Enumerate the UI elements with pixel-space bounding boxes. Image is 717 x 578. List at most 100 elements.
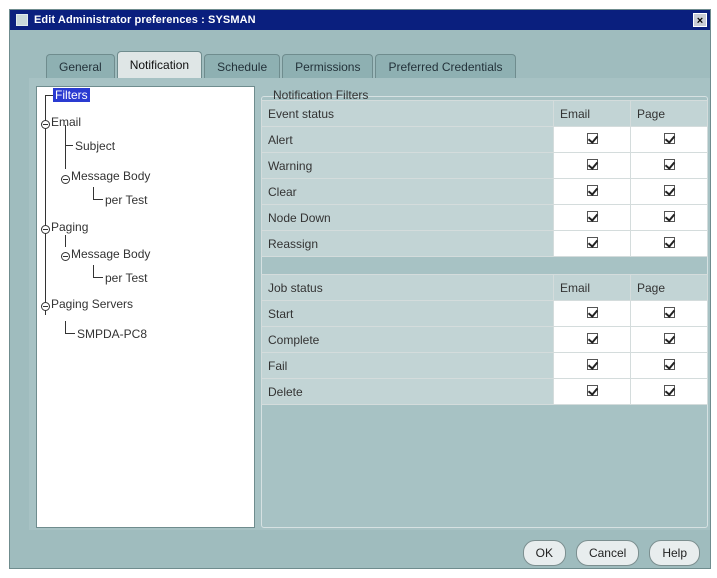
page-checkbox[interactable] [663, 384, 675, 396]
tree-connector [65, 145, 73, 146]
email-checkbox[interactable] [586, 210, 598, 222]
tree-connector [65, 333, 75, 334]
row-label: Node Down [261, 204, 554, 231]
title-bar: Edit Administrator preferences : SYSMAN … [10, 10, 710, 30]
email-cell [553, 300, 631, 327]
tree-item-email-message-body[interactable]: Message Body [71, 169, 150, 183]
table-row: Warning [261, 152, 708, 179]
page-cell [630, 378, 708, 405]
tab-content: Filters Email Subject Message Body per T… [29, 78, 710, 530]
row-label: Warning [261, 152, 554, 179]
column-header-email: Email [553, 274, 631, 301]
close-icon[interactable]: × [693, 13, 707, 27]
page-checkbox[interactable] [663, 210, 675, 222]
tab-notification[interactable]: Notification [116, 51, 203, 78]
tree-item-paging-servers[interactable]: Paging Servers [51, 297, 133, 311]
page-checkbox[interactable] [663, 358, 675, 370]
table-row: Delete [261, 378, 708, 405]
tree-connector [65, 125, 66, 169]
page-checkbox[interactable] [663, 332, 675, 344]
page-cell [630, 300, 708, 327]
page-checkbox[interactable] [663, 158, 675, 170]
notification-tree: Filters Email Subject Message Body per T… [36, 86, 255, 528]
email-cell [553, 204, 631, 231]
page-cell [630, 230, 708, 257]
event-status-table: Event status Email Page Alert Warning Cl… [261, 100, 708, 257]
tree-item-smpda-pc8[interactable]: SMPDA-PC8 [77, 327, 147, 341]
email-checkbox[interactable] [586, 158, 598, 170]
page-cell [630, 152, 708, 179]
email-checkbox[interactable] [586, 358, 598, 370]
page-checkbox[interactable] [663, 184, 675, 196]
email-cell [553, 178, 631, 205]
table-row: Reassign [261, 230, 708, 257]
row-label: Reassign [261, 230, 554, 257]
job-status-table: Job status Email Page Start Complete Fai… [261, 274, 708, 405]
row-label: Clear [261, 178, 554, 205]
page-cell [630, 204, 708, 231]
tab-permissions[interactable]: Permissions [282, 54, 374, 78]
column-header-event-status: Event status [261, 100, 554, 127]
collapse-icon[interactable] [61, 175, 70, 184]
collapse-icon[interactable] [41, 120, 50, 129]
page-checkbox[interactable] [663, 132, 675, 144]
table-row: Alert [261, 126, 708, 153]
email-checkbox[interactable] [586, 184, 598, 196]
app-icon [16, 14, 28, 26]
table-row: Fail [261, 352, 708, 379]
email-checkbox[interactable] [586, 132, 598, 144]
page-cell [630, 326, 708, 353]
tree-connector [93, 187, 94, 199]
email-checkbox[interactable] [586, 384, 598, 396]
tree-item-email-subject[interactable]: Subject [75, 139, 115, 153]
column-header-job-status: Job status [261, 274, 554, 301]
email-checkbox[interactable] [586, 236, 598, 248]
email-checkbox[interactable] [586, 332, 598, 344]
tree-item-email-per-test[interactable]: per Test [105, 193, 147, 207]
email-cell [553, 152, 631, 179]
collapse-icon[interactable] [61, 252, 70, 261]
tree-connector [65, 235, 66, 247]
tab-schedule[interactable]: Schedule [204, 54, 281, 78]
notification-filters-panel: Notification Filters Event status Email … [259, 86, 710, 530]
page-cell [630, 178, 708, 205]
tree-item-paging-per-test[interactable]: per Test [105, 271, 147, 285]
page-cell [630, 352, 708, 379]
ok-button[interactable]: OK [522, 540, 566, 566]
email-checkbox[interactable] [586, 306, 598, 318]
tree-item-filters[interactable]: Filters [53, 88, 90, 102]
row-label: Alert [261, 126, 554, 153]
tree-connector [93, 199, 103, 200]
collapse-icon[interactable] [41, 225, 50, 234]
row-label: Fail [261, 352, 554, 379]
row-label: Complete [261, 326, 554, 353]
email-cell [553, 352, 631, 379]
tree-item-paging-message-body[interactable]: Message Body [71, 247, 150, 261]
window-title: Edit Administrator preferences : SYSMAN [34, 14, 256, 26]
table-header-row: Event status Email Page [261, 100, 708, 127]
email-cell [553, 126, 631, 153]
tree-connector [93, 277, 103, 278]
column-header-page: Page [630, 100, 708, 127]
page-checkbox[interactable] [663, 236, 675, 248]
help-button[interactable]: Help [649, 540, 700, 566]
cancel-button[interactable]: Cancel [575, 540, 640, 566]
email-cell [553, 230, 631, 257]
row-label: Delete [261, 378, 554, 405]
table-header-row: Job status Email Page [261, 274, 708, 301]
collapse-icon[interactable] [41, 302, 50, 311]
tab-general[interactable]: General [46, 54, 115, 78]
row-label: Start [261, 300, 554, 327]
column-header-email: Email [553, 100, 631, 127]
page-checkbox[interactable] [663, 306, 675, 318]
preferences-window: Edit Administrator preferences : SYSMAN … [9, 9, 711, 569]
tree-connector [93, 265, 94, 277]
tree-item-paging[interactable]: Paging [51, 220, 88, 234]
email-cell [553, 378, 631, 405]
tab-preferred-credentials[interactable]: Preferred Credentials [375, 54, 516, 78]
table-row: Complete [261, 326, 708, 353]
page-cell [630, 126, 708, 153]
table-row: Node Down [261, 204, 708, 231]
tree-item-email[interactable]: Email [51, 115, 81, 129]
tab-strip: General Notification Schedule Permission… [46, 51, 518, 78]
